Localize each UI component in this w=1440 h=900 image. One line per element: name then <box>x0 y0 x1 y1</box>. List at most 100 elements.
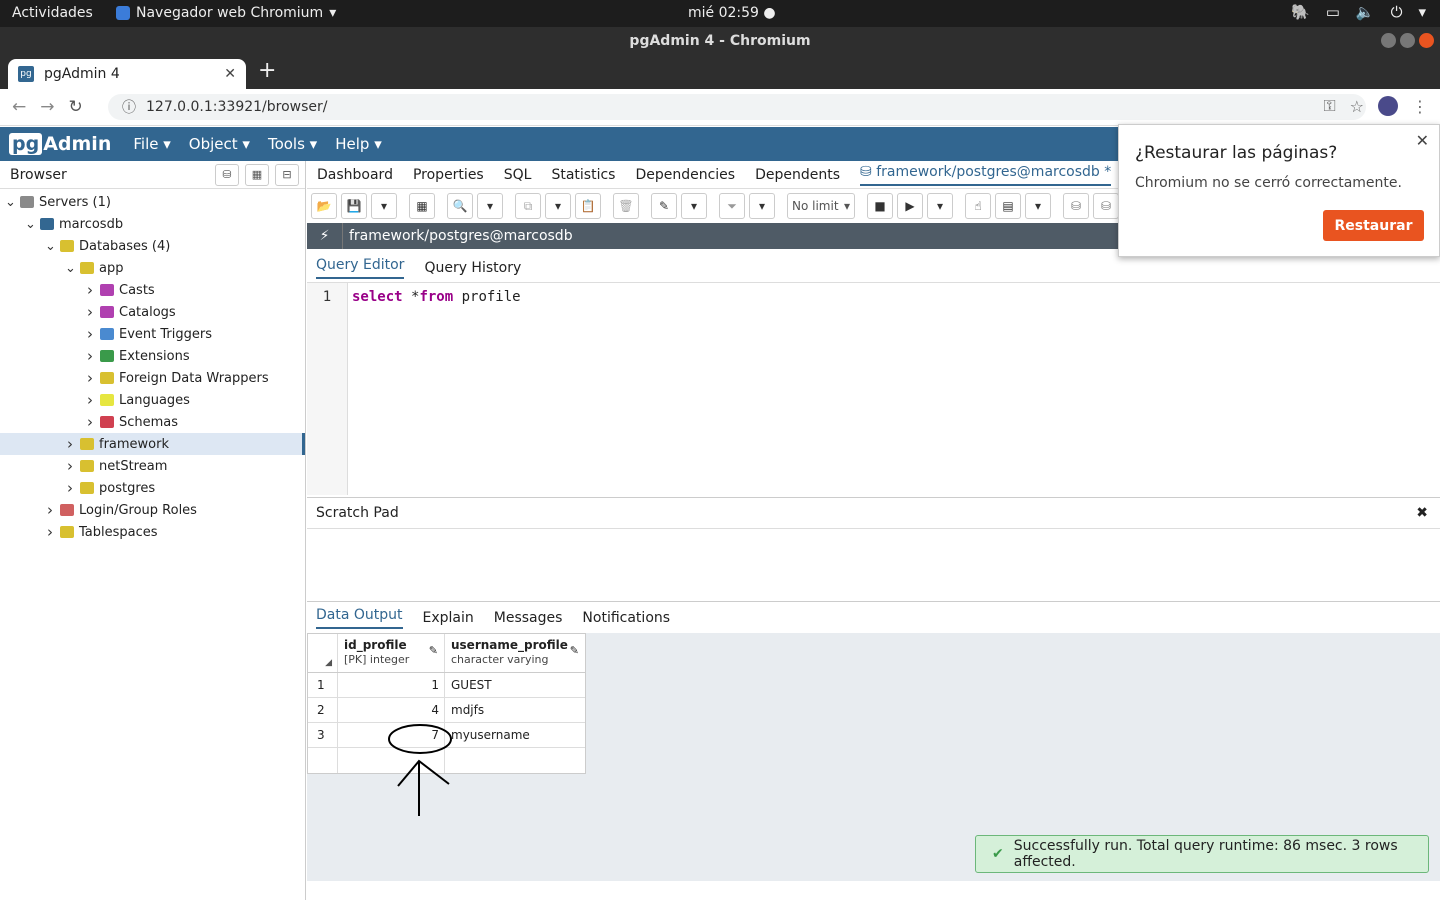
chevron-down-icon[interactable]: ▾ <box>1418 3 1426 21</box>
restore-button[interactable]: Restaurar <box>1323 210 1424 241</box>
tab-dashboard[interactable]: Dashboard <box>317 167 393 183</box>
chevron-right-icon[interactable]: › <box>85 391 95 409</box>
tab-sql[interactable]: SQL <box>504 167 532 183</box>
tab-explain[interactable]: Explain <box>423 610 474 626</box>
tab-properties[interactable]: Properties <box>413 167 484 183</box>
table-cell[interactable]: 1 <box>338 673 445 697</box>
open-file-icon[interactable]: 📂 <box>311 193 337 219</box>
tab-messages[interactable]: Messages <box>494 610 563 626</box>
paste-icon[interactable]: 📋 <box>575 193 601 219</box>
table-row[interactable]: 1 1 GUEST <box>308 673 585 698</box>
query-tool-icon[interactable]: ⛁ <box>215 163 239 186</box>
close-window-button[interactable] <box>1419 33 1434 48</box>
chevron-down-icon[interactable]: ⌄ <box>5 195 16 210</box>
edit-table-icon[interactable]: ▦ <box>409 193 435 219</box>
tree-node[interactable]: › Casts <box>85 279 155 301</box>
tab-dependents[interactable]: Dependents <box>755 167 840 183</box>
key-icon[interactable]: ⚿ <box>1323 96 1335 116</box>
delete-icon[interactable]: 🗑 <box>613 193 639 219</box>
menu-tools[interactable]: Tools ▾ <box>268 135 317 153</box>
edit-dropdown-icon[interactable]: ▾ <box>681 193 707 219</box>
chevron-right-icon[interactable]: › <box>85 413 95 431</box>
tab-notifications[interactable]: Notifications <box>582 610 670 626</box>
menu-object[interactable]: Object ▾ <box>189 135 250 153</box>
connection-label[interactable]: framework/postgres@marcosdb <box>343 228 573 244</box>
copy-icon[interactable]: ⧉ <box>515 193 541 219</box>
tab-query-history[interactable]: Query History <box>424 260 521 276</box>
row-limit-select[interactable]: No limit ▾ <box>787 193 855 219</box>
chevron-right-icon[interactable]: › <box>85 281 95 299</box>
pgadmin-tray-icon[interactable]: 🐘 <box>1291 3 1310 21</box>
profile-avatar[interactable] <box>1378 96 1398 116</box>
find-dropdown-icon[interactable]: ▾ <box>477 193 503 219</box>
url-field[interactable]: ⓘ 127.0.0.1:33921/browser/ <box>108 94 1366 120</box>
commit-icon[interactable]: ⛁ <box>1063 193 1089 219</box>
save-icon[interactable]: 💾 <box>341 193 367 219</box>
volume-icon[interactable]: 🔈 <box>1356 3 1375 21</box>
view-data-icon[interactable]: ▦ <box>245 163 269 186</box>
stop-icon[interactable]: ■ <box>867 193 893 219</box>
chevron-down-icon[interactable]: ⌄ <box>25 217 36 232</box>
connection-status-icon[interactable]: ⚡ <box>307 223 343 249</box>
tree-node[interactable]: ⌄ Servers (1) <box>5 191 111 213</box>
chevron-right-icon[interactable]: › <box>65 479 75 497</box>
tree-node[interactable]: › Languages <box>85 389 190 411</box>
menu-help[interactable]: Help ▾ <box>335 135 382 153</box>
browser-tab[interactable]: pg pgAdmin 4 ✕ <box>8 59 246 89</box>
chevron-down-icon[interactable]: ⌄ <box>65 261 76 276</box>
tree-node[interactable]: ⌄ Databases (4) <box>45 235 170 257</box>
column-header-username[interactable]: username_profile character varying ✎ <box>445 634 585 672</box>
close-icon[interactable]: ✖ <box>1416 505 1428 521</box>
chevron-right-icon[interactable]: › <box>85 347 95 365</box>
tree-node[interactable]: › Event Triggers <box>85 323 212 345</box>
maximize-button[interactable] <box>1400 33 1415 48</box>
new-tab-button[interactable]: + <box>258 58 276 83</box>
table-cell[interactable]: mdjfs <box>445 698 585 722</box>
chevron-right-icon[interactable]: › <box>45 501 55 519</box>
execute-icon[interactable]: ▶ <box>897 193 923 219</box>
tree-node[interactable]: › Tablespaces <box>45 521 158 543</box>
row-number[interactable]: 2 <box>308 698 338 722</box>
filter-icon[interactable]: ⏷ <box>719 193 745 219</box>
column-header-id[interactable]: id_profile [PK] integer ✎ <box>338 634 445 672</box>
bookmark-star-icon[interactable]: ☆ <box>1350 97 1364 116</box>
back-icon[interactable]: ← <box>12 97 26 117</box>
save-dropdown-icon[interactable]: ▾ <box>371 193 397 219</box>
window-icon[interactable]: ▭ <box>1326 3 1340 21</box>
power-icon[interactable]: ⏻ <box>1391 3 1403 21</box>
tab-query-tool[interactable]: ⛁ framework/postgres@marcosdb * <box>860 164 1112 186</box>
clock[interactable]: mié 02:59 ● <box>688 5 776 21</box>
chevron-right-icon[interactable]: › <box>85 369 95 387</box>
chevron-down-icon[interactable]: ⌄ <box>45 239 56 254</box>
activities-button[interactable]: Actividades <box>12 5 93 21</box>
system-tray[interactable]: 🐘 ▭ 🔈 ⏻ ▾ <box>1291 3 1426 21</box>
filter-dropdown-icon[interactable]: ▾ <box>749 193 775 219</box>
minimize-button[interactable] <box>1381 33 1396 48</box>
chevron-right-icon[interactable]: › <box>65 457 75 475</box>
chevron-right-icon[interactable]: › <box>65 435 75 453</box>
tree-node[interactable]: › netStream <box>65 455 167 477</box>
chevron-right-icon[interactable]: › <box>45 523 55 541</box>
close-tab-icon[interactable]: ✕ <box>224 66 236 82</box>
tree-node[interactable]: ⌄ app <box>65 257 123 279</box>
close-icon[interactable]: ✕ <box>1416 131 1429 150</box>
row-number[interactable]: 3 <box>308 723 338 747</box>
find-icon[interactable]: 🔍 <box>447 193 473 219</box>
tree-node[interactable]: › Schemas <box>85 411 178 433</box>
execute-dropdown-icon[interactable]: ▾ <box>927 193 953 219</box>
explain-icon[interactable]: ☝ <box>965 193 991 219</box>
edit-icon[interactable]: ✎ <box>651 193 677 219</box>
tree-node[interactable]: › postgres <box>65 477 155 499</box>
tree-node[interactable]: › Foreign Data Wrappers <box>85 367 269 389</box>
copy-dropdown-icon[interactable]: ▾ <box>545 193 571 219</box>
row-number[interactable]: 1 <box>308 673 338 697</box>
explain-dropdown-icon[interactable]: ▾ <box>1025 193 1051 219</box>
table-cell[interactable]: GUEST <box>445 673 585 697</box>
table-cell[interactable]: myusername <box>445 723 585 747</box>
tab-statistics[interactable]: Statistics <box>551 167 615 183</box>
tree-node[interactable]: › Login/Group Roles <box>45 499 197 521</box>
chevron-right-icon[interactable]: › <box>85 325 95 343</box>
tree-node[interactable]: › Extensions <box>85 345 190 367</box>
tab-dependencies[interactable]: Dependencies <box>635 167 735 183</box>
app-menu-button[interactable]: Navegador web Chromium ▾ <box>116 5 336 21</box>
